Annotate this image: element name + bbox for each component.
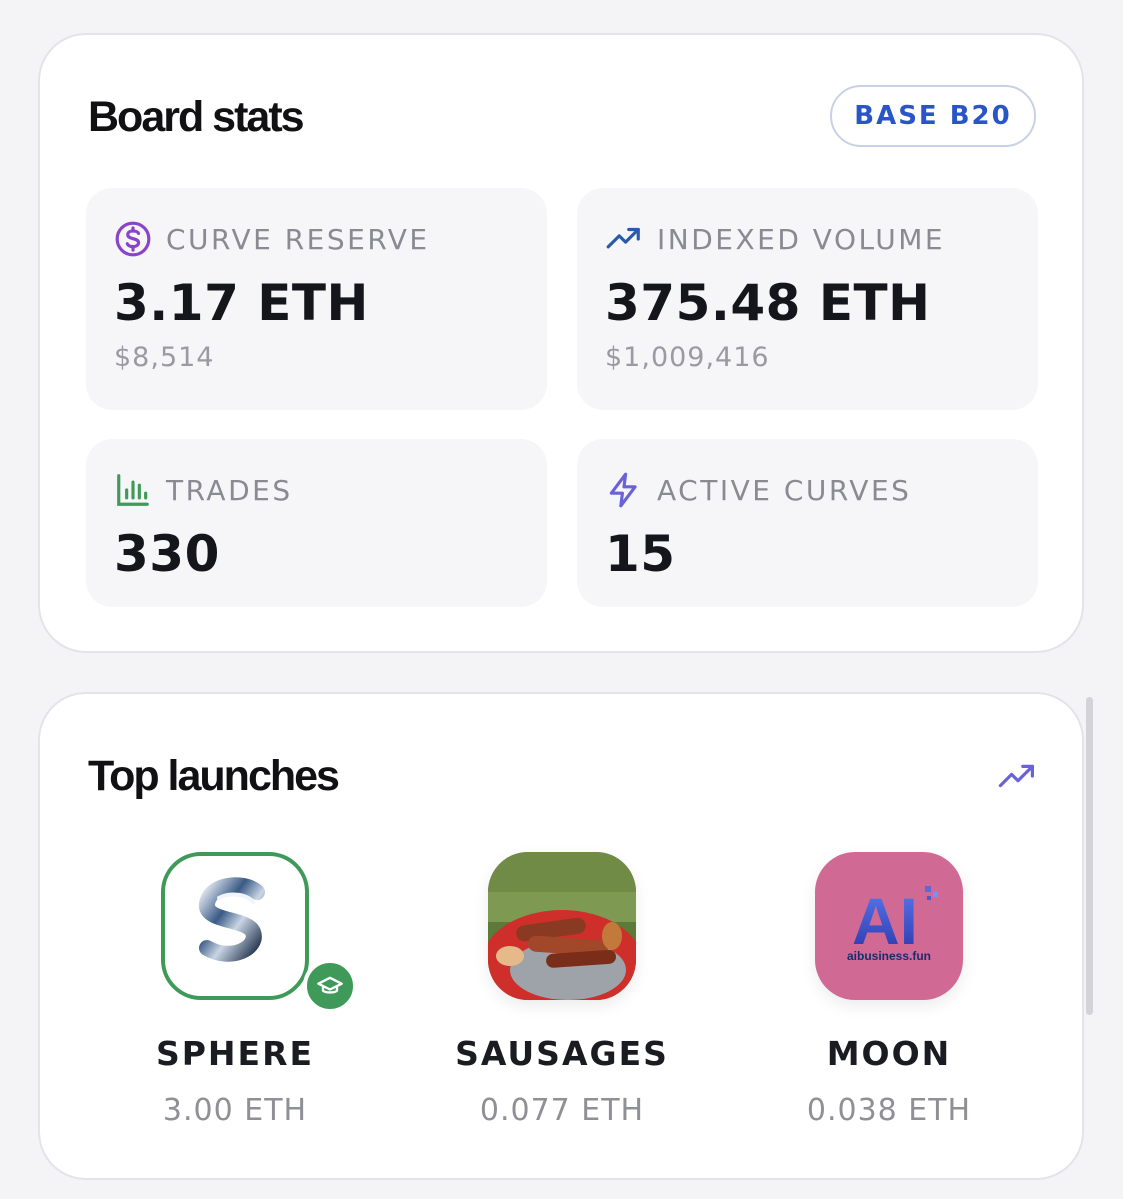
board-stats-title: Board stats (88, 93, 305, 141)
token-name: SAUSAGES (455, 1034, 669, 1073)
graduation-cap-icon (303, 959, 357, 1013)
scrollbar[interactable] (1086, 697, 1093, 1015)
stat-curve-reserve: CURVE RESERVE 3.17 ETH $8,514 (86, 188, 547, 410)
token-name: MOON (826, 1034, 952, 1073)
stat-label: ACTIVE CURVES (657, 473, 912, 507)
stat-label: CURVE RESERVE (166, 222, 430, 256)
top-launches-card: Top launches SPHERE 3.00 ETH SAUSAGES 0.… (38, 692, 1084, 1180)
stat-active-curves: ACTIVE CURVES 15 (577, 439, 1038, 607)
svg-text:aibusiness.fun: aibusiness.fun (847, 949, 931, 963)
stat-label: INDEXED VOLUME (657, 222, 946, 256)
board-stats-card: Board stats BASE B20 CURVE RESERVE 3.17 … (38, 33, 1084, 653)
token-amount: 0.077 ETH (479, 1093, 645, 1128)
token-amount: 3.00 ETH (162, 1093, 308, 1128)
chain-chip[interactable]: BASE B20 (830, 85, 1036, 147)
token-name: SPHERE (155, 1034, 315, 1073)
token-image-sphere (161, 852, 309, 1000)
bar-chart-icon (117, 474, 149, 506)
sphere-logo-icon (199, 877, 265, 962)
svg-text:AI: AI (852, 884, 918, 958)
stat-value: 330 (114, 525, 220, 583)
lightning-icon (609, 472, 637, 508)
stat-value: 3.17 ETH (114, 274, 369, 332)
top-launches-title: Top launches (88, 752, 340, 800)
sausages-photo (488, 852, 636, 1000)
aibusiness-logo: AI aibusiness.fun (847, 884, 938, 963)
trending-up-icon (606, 227, 640, 249)
stat-label: TRADES (166, 473, 293, 507)
token-card-sausages[interactable]: SAUSAGES 0.077 ETH (412, 852, 712, 1128)
trending-up-icon[interactable] (998, 760, 1038, 792)
stat-value: 375.48 ETH (605, 274, 931, 332)
stat-value: 15 (605, 525, 676, 583)
token-card-moon[interactable]: AI aibusiness.fun MOON 0.038 ETH (739, 852, 1039, 1128)
stat-indexed-volume: INDEXED VOLUME 375.48 ETH $1,009,416 (577, 188, 1038, 410)
stat-trades: TRADES 330 (86, 439, 547, 607)
stat-usd-value: $1,009,416 (605, 342, 770, 373)
stat-usd-value: $8,514 (114, 342, 215, 373)
token-image-sausages (488, 852, 636, 1000)
token-amount: 0.038 ETH (806, 1093, 972, 1128)
dollar-circle-icon (115, 221, 151, 257)
token-image-moon: AI aibusiness.fun (815, 852, 963, 1000)
